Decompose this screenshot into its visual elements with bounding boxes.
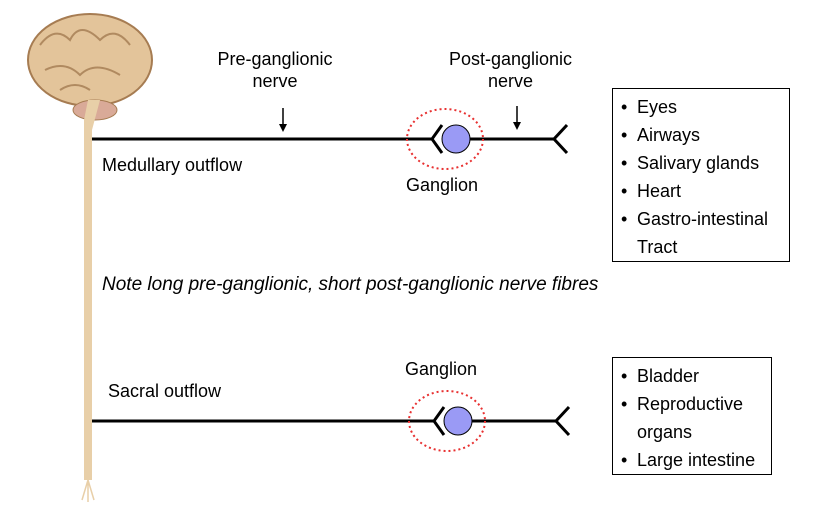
label-line: Post-ganglionic [448,49,573,69]
sacral-targets-box: Bladder Reproductive organs Large intest… [612,357,772,475]
post-ganglionic-label: Post-ganglionic nerve [438,48,583,92]
label-line: nerve [252,71,298,91]
target-item: Reproductive [619,390,765,418]
note-text: Note long pre-ganglionic, short post-gan… [102,274,599,295]
target-item: Gastro-intestinal [619,205,783,233]
target-item: Salivary glands [619,149,783,177]
ganglion-label-top: Ganglion [406,175,479,195]
effector-ending-bottom [553,405,571,437]
diagram: Pre-ganglionic nerve Post-ganglionic ner… [0,0,824,508]
synapse-top [430,124,444,154]
medullary-targets-box: Eyes Airways Salivary glands Heart Gastr… [612,88,790,262]
target-item-continuation: organs [637,422,693,442]
target-item: Bladder [619,362,765,390]
nerve-roots [81,479,95,502]
spinal-cord [84,100,100,480]
arrow-pre [279,108,287,132]
target-item: Eyes [619,93,783,121]
ganglion-top [441,124,471,154]
synapse-bottom [432,406,446,436]
target-item: Large intestine [619,446,765,474]
label-line: Pre-ganglionic [217,49,333,69]
target-item: Airways [619,121,783,149]
label-line: nerve [487,71,534,91]
ganglion-bottom [443,406,473,436]
medullary-outflow-label: Medullary outflow [102,155,243,175]
target-item: Heart [619,177,783,205]
arrow-post [513,106,521,130]
sacral-outflow-label: Sacral outflow [108,381,222,401]
target-item-continuation: Tract [637,237,678,257]
effector-ending-top [551,123,569,155]
ganglion-label-bottom: Ganglion [405,359,478,379]
pre-ganglionic-label: Pre-ganglionic nerve [205,48,345,92]
